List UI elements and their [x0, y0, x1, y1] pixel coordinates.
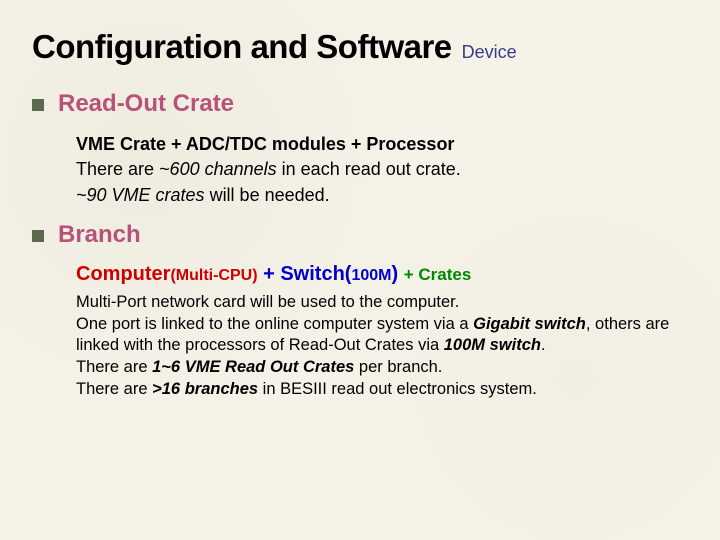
- text: in BESIII read out electronics system.: [258, 380, 537, 398]
- section-readout: Read-Out Crate VME Crate + ADC/TDC modul…: [32, 90, 688, 207]
- readout-crates-line: ~90 VME crates will be needed.: [76, 183, 688, 207]
- section-body: VME Crate + ADC/TDC modules + Processor …: [32, 132, 688, 207]
- square-bullet-icon: [32, 230, 44, 242]
- text: ): [391, 263, 403, 285]
- text: will be needed.: [205, 185, 330, 205]
- gigabit-switch: Gigabit switch: [473, 315, 586, 333]
- channels-count: ~600 channels: [159, 159, 277, 179]
- text: One port is linked to the online compute…: [76, 315, 473, 333]
- slide-title: Configuration and Software: [32, 28, 452, 66]
- readout-channels-line: There are ~600 channels in each read out…: [76, 157, 688, 181]
- text: .: [541, 336, 546, 354]
- section-branch: Branch Computer(Multi-CPU) + Switch(100M…: [32, 221, 688, 401]
- branches-count-line: There are >16 branches in BESIII read ou…: [76, 379, 688, 401]
- text: There are: [76, 159, 159, 179]
- hundred-m-switch: 100M switch: [444, 336, 541, 354]
- crates-range: 1~6 VME Read Out Crates: [152, 358, 354, 376]
- switch-label: + Switch(: [258, 263, 352, 285]
- section-head: Read-Out Crate: [32, 90, 688, 118]
- square-bullet-icon: [32, 99, 44, 111]
- crates-count: ~90 VME crates: [76, 185, 205, 205]
- multiport-line: Multi-Port network card will be used to …: [76, 292, 688, 314]
- crates-per-branch-line: There are 1~6 VME Read Out Crates per br…: [76, 357, 688, 379]
- section-head: Branch: [32, 221, 688, 249]
- crates-label: + Crates: [404, 265, 472, 284]
- text: There are: [76, 358, 152, 376]
- multi-cpu-label: (Multi-CPU): [170, 267, 257, 284]
- text: per branch.: [354, 358, 442, 376]
- slide-subtitle: Device: [462, 42, 517, 63]
- port-link-line: One port is linked to the online compute…: [76, 314, 688, 358]
- section-body: Computer(Multi-CPU) + Switch(100M) + Cra…: [32, 263, 688, 401]
- branches-count: >16 branches: [152, 380, 258, 398]
- readout-components: VME Crate + ADC/TDC modules + Processor: [76, 132, 688, 156]
- switch-speed: 100M: [351, 267, 391, 284]
- section-heading: Read-Out Crate: [58, 90, 234, 118]
- section-heading: Branch: [58, 221, 141, 249]
- title-row: Configuration and Software Device: [32, 28, 688, 66]
- computer-label: Computer: [76, 263, 170, 285]
- branch-components: Computer(Multi-CPU) + Switch(100M) + Cra…: [76, 263, 688, 286]
- text: in each read out crate.: [277, 159, 461, 179]
- text: There are: [76, 380, 152, 398]
